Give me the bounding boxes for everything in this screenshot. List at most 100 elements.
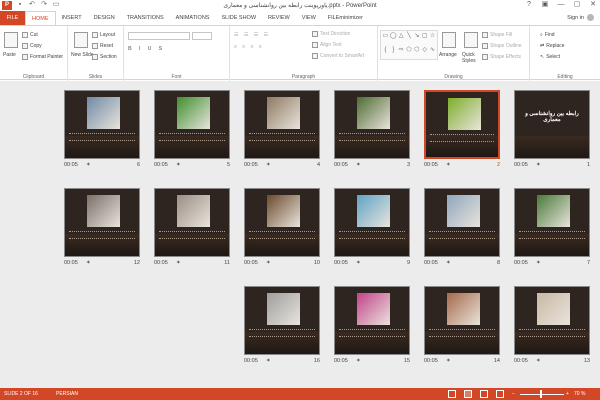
tab-view[interactable]: VIEW: [296, 11, 322, 25]
arrange-icon[interactable]: [442, 32, 456, 48]
zoom-out-icon[interactable]: −: [512, 391, 515, 397]
star-shape-icon[interactable]: ☆: [429, 32, 436, 45]
animation-star-icon[interactable]: ✶: [356, 162, 361, 168]
animation-star-icon[interactable]: ✶: [536, 358, 541, 364]
animation-star-icon[interactable]: ✶: [356, 358, 361, 364]
slide-thumbnail[interactable]: [244, 90, 320, 159]
tab-design[interactable]: DESIGN: [88, 11, 121, 25]
tab-slide-show[interactable]: SLIDE SHOW: [215, 11, 262, 25]
animation-star-icon[interactable]: ✶: [446, 358, 451, 364]
animation-star-icon[interactable]: ✶: [266, 260, 271, 266]
slide-thumbnail[interactable]: [514, 188, 590, 257]
replace-button[interactable]: ⇄ Replace: [540, 43, 565, 49]
close-button[interactable]: ✕: [588, 0, 598, 10]
align-buttons[interactable]: ≡ ≡ ≡ ≡: [234, 44, 264, 50]
minimize-button[interactable]: —: [556, 0, 566, 10]
slideshow-view-icon[interactable]: [496, 390, 504, 398]
animation-star-icon[interactable]: ✶: [266, 162, 271, 168]
text-direction-button[interactable]: Text Direction: [312, 31, 350, 37]
animation-star-icon[interactable]: ✶: [176, 260, 181, 266]
animation-star-icon[interactable]: ✶: [356, 260, 361, 266]
shapes-gallery[interactable]: ▭ ◯ △ ╲ ↘ ▢ ☆ { } ⇨ ⬠ ⬡ ◇ ∿: [380, 30, 438, 60]
language-status[interactable]: PERSIAN: [56, 391, 78, 397]
diamond-shape-icon[interactable]: ◇: [421, 46, 428, 59]
tab-insert[interactable]: INSERT: [56, 11, 88, 25]
tab-animations[interactable]: ANIMATIONS: [170, 11, 216, 25]
sign-in[interactable]: Sign in: [567, 14, 594, 21]
zoom-level[interactable]: 70 %: [574, 391, 585, 397]
animation-star-icon[interactable]: ✶: [536, 162, 541, 168]
normal-view-icon[interactable]: [448, 390, 456, 398]
zoom-slider[interactable]: [520, 393, 564, 395]
paste-icon[interactable]: [4, 32, 18, 48]
animation-star-icon[interactable]: ✶: [86, 162, 91, 168]
animation-star-icon[interactable]: ✶: [176, 162, 181, 168]
font-name-combo[interactable]: [128, 32, 190, 40]
slide-thumbnail[interactable]: [154, 188, 230, 257]
right-arrow-shape-icon[interactable]: ⇨: [398, 46, 405, 59]
pentagon-shape-icon[interactable]: ⬠: [406, 46, 413, 59]
quick-styles-button[interactable]: Quick Styles: [462, 52, 478, 64]
triangle-shape-icon[interactable]: △: [398, 32, 405, 45]
brace-shape-icon[interactable]: {: [382, 46, 389, 59]
slide-thumbnail[interactable]: [64, 90, 140, 159]
slide-thumbnail[interactable]: [424, 188, 500, 257]
rounded-rect-shape-icon[interactable]: ▢: [421, 32, 428, 45]
font-format-buttons[interactable]: B I U S: [128, 46, 165, 52]
slide-thumbnail[interactable]: [424, 286, 500, 355]
tab-fileminimizer[interactable]: FILEminimizer: [322, 11, 369, 25]
ellipse-shape-icon[interactable]: ◯: [390, 32, 397, 45]
slide-thumbnail[interactable]: [244, 188, 320, 257]
brace-close-shape-icon[interactable]: }: [390, 46, 397, 59]
animation-star-icon[interactable]: ✶: [446, 162, 451, 168]
slide-sorter-view-icon[interactable]: [464, 390, 472, 398]
tab-file[interactable]: FILE: [0, 11, 25, 25]
shape-outline-button[interactable]: Shape Outline: [482, 43, 522, 49]
arrow-shape-icon[interactable]: ↘: [413, 32, 420, 45]
slide-thumbnail[interactable]: [154, 90, 230, 159]
shape-effects-button[interactable]: Shape Effects: [482, 54, 521, 60]
convert-smartart-button[interactable]: Convert to SmartArt: [312, 53, 364, 59]
animation-star-icon[interactable]: ✶: [536, 260, 541, 266]
animation-star-icon[interactable]: ✶: [86, 260, 91, 266]
shape-fill-button[interactable]: Shape Fill: [482, 32, 512, 38]
layout-button[interactable]: Layout: [92, 32, 115, 38]
zoom-slider-thumb[interactable]: [540, 390, 542, 398]
slide-thumbnail[interactable]: رابطه بین روانشناسی و معماری: [514, 90, 590, 159]
slide-thumbnail[interactable]: [64, 188, 140, 257]
tab-transitions[interactable]: TRANSITIONS: [121, 11, 170, 25]
find-button[interactable]: ⌕ Find: [540, 32, 555, 38]
sign-in-label[interactable]: Sign in: [567, 15, 584, 21]
reset-button[interactable]: Reset: [92, 43, 113, 49]
slide-thumbnail[interactable]: [514, 286, 590, 355]
animation-star-icon[interactable]: ✶: [446, 260, 451, 266]
hexagon-shape-icon[interactable]: ⬡: [413, 46, 420, 59]
help-button[interactable]: ?: [524, 0, 534, 10]
select-button[interactable]: ↖ Select: [540, 54, 560, 60]
quick-styles-icon[interactable]: [464, 32, 478, 48]
new-slide-button[interactable]: New Slide: [71, 52, 94, 58]
list-buttons[interactable]: ☰ ☰ ☰ ☰: [234, 32, 270, 38]
animation-star-icon[interactable]: ✶: [266, 358, 271, 364]
slide-thumbnail[interactable]: [334, 188, 410, 257]
tab-review[interactable]: REVIEW: [262, 11, 296, 25]
section-button[interactable]: Section: [92, 54, 117, 60]
line-shape-icon[interactable]: ╲: [406, 32, 413, 45]
format-painter-button[interactable]: Format Painter: [22, 54, 63, 60]
tab-home[interactable]: HOME: [25, 11, 56, 25]
curve-shape-icon[interactable]: ∿: [429, 46, 436, 59]
slide-thumbnail[interactable]: [424, 90, 500, 159]
rectangle-shape-icon[interactable]: ▭: [382, 32, 389, 45]
align-text-button[interactable]: Align Text: [312, 42, 342, 48]
new-slide-icon[interactable]: [74, 32, 88, 48]
maximize-button[interactable]: ▢: [572, 0, 582, 10]
ribbon-display-options-button[interactable]: ▣: [540, 0, 550, 10]
cut-button[interactable]: Cut: [22, 32, 38, 38]
copy-button[interactable]: Copy: [22, 43, 42, 49]
arrange-button[interactable]: Arrange: [439, 52, 457, 58]
reading-view-icon[interactable]: [480, 390, 488, 398]
slide-thumbnail[interactable]: [244, 286, 320, 355]
slide-thumbnail[interactable]: [334, 286, 410, 355]
slide-thumbnail[interactable]: [334, 90, 410, 159]
zoom-in-icon[interactable]: +: [566, 391, 569, 397]
